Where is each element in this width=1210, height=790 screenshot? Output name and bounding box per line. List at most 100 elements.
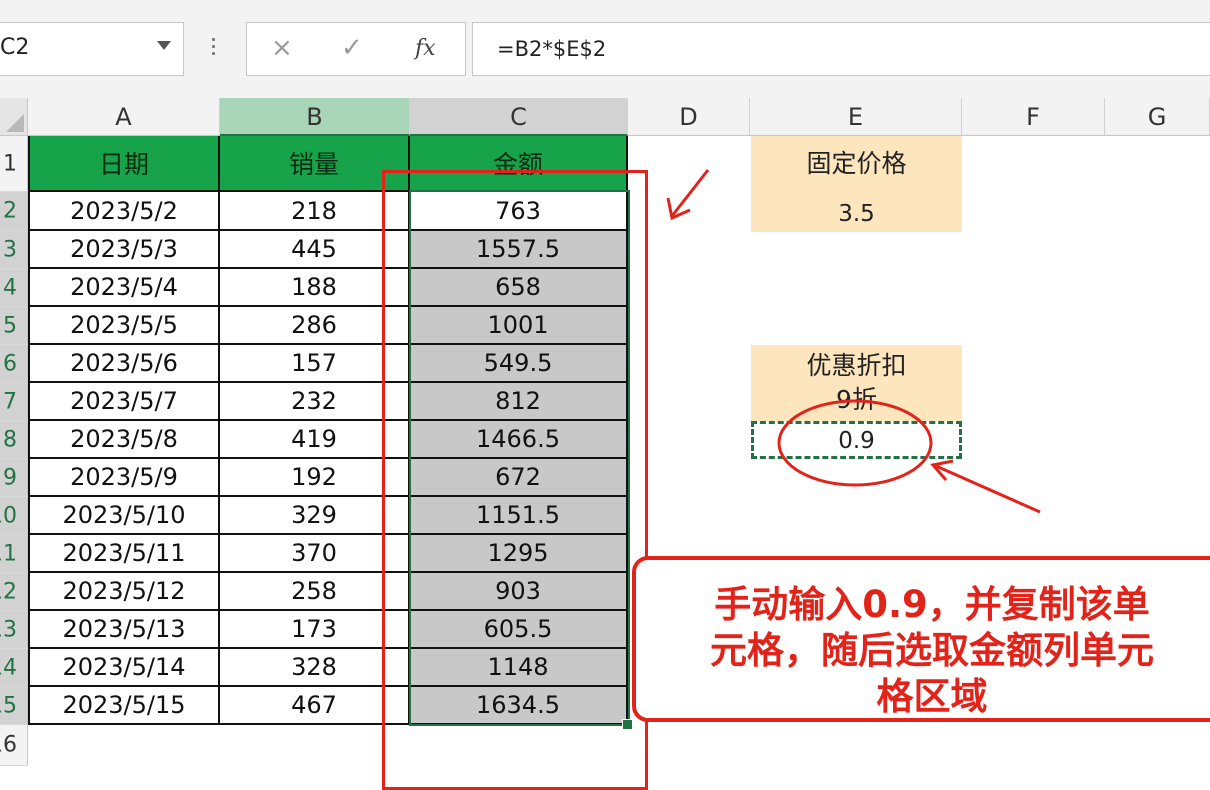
table-cell[interactable]: 2023/5/8 (28, 421, 220, 459)
row-header-11[interactable]: 11 (0, 535, 28, 573)
row-number: 1 (3, 151, 17, 176)
row-header-1[interactable]: 1 (0, 136, 28, 192)
column-header-e[interactable]: E (750, 98, 962, 136)
row-number: 9 (3, 465, 17, 490)
row-number: 7 (3, 389, 17, 414)
table-cell[interactable]: 2023/5/2 (28, 192, 220, 231)
cell-text: 192 (291, 463, 337, 491)
row-header-6[interactable]: 6 (0, 345, 28, 383)
table-cell[interactable]: 2023/5/14 (28, 649, 220, 687)
table-cell[interactable]: 2023/5/4 (28, 269, 220, 307)
column-header-g[interactable]: G (1105, 98, 1210, 136)
cell-text: 2023/5/6 (70, 349, 178, 377)
row-header-4[interactable]: 4 (0, 269, 28, 307)
cell-text: 232 (291, 387, 337, 415)
table-header-cell[interactable]: 日期 (28, 136, 220, 192)
chevron-down-icon[interactable] (157, 41, 171, 50)
row-number: 16 (0, 732, 17, 758)
cell-text: 467 (291, 691, 337, 719)
row-header-16[interactable]: 16 (0, 725, 28, 766)
row-header-8[interactable]: 8 (0, 421, 28, 459)
row-header-15[interactable]: 15 (0, 687, 28, 725)
annotation-line-2: 元格，随后选取金额列单元 (710, 629, 1154, 672)
cell-text: 218 (291, 196, 337, 225)
fixed-price-label: 固定价格 (806, 149, 907, 178)
cell-text: 2023/5/11 (62, 539, 186, 567)
cell-text: 2023/5/4 (70, 273, 178, 301)
cancel-icon[interactable]: × (271, 33, 293, 63)
arrow-to-discount (935, 464, 1041, 514)
annotation-line-3: 格区域 (876, 675, 988, 718)
arrow-to-column (670, 169, 710, 217)
select-all-button[interactable] (0, 98, 28, 136)
cell-text: 2023/5/5 (70, 311, 178, 339)
row-header-13[interactable]: 13 (0, 611, 28, 649)
cell-text: 销量 (288, 150, 339, 179)
discount-label: 优惠折扣 (806, 351, 907, 380)
row-header-12[interactable]: 12 (0, 573, 28, 611)
name-box[interactable]: C2 (0, 22, 184, 76)
row-header-7[interactable]: 7 (0, 383, 28, 421)
cell-text: 157 (291, 349, 337, 377)
table-cell[interactable]: 2023/5/9 (28, 459, 220, 497)
table-cell[interactable]: 2023/5/15 (28, 687, 220, 725)
row-header-14[interactable]: 14 (0, 649, 28, 687)
formula-input[interactable]: =B2*$E$2 (472, 22, 1210, 76)
cell-text: 日期 (98, 150, 149, 179)
arrow-head-discount (930, 459, 954, 481)
column-header-a[interactable]: A (28, 98, 220, 136)
more-options-icon[interactable] (212, 38, 216, 59)
fixed-price-label-cell[interactable]: 固定价格 (751, 136, 962, 192)
row-number: 4 (3, 275, 17, 300)
cell-text: 2023/5/3 (70, 235, 178, 263)
cell-text: 370 (291, 539, 337, 567)
formula-buttons: × ✓ fx (246, 22, 466, 76)
column-header-f[interactable]: F (962, 98, 1105, 136)
table-cell[interactable]: 2023/5/13 (28, 611, 220, 649)
table-cell[interactable]: 2023/5/3 (28, 231, 220, 269)
enter-icon[interactable]: ✓ (341, 33, 363, 63)
name-box-value: C2 (0, 35, 30, 60)
table-cell[interactable]: 2023/5/10 (28, 497, 220, 535)
discount-note: 9折 (836, 385, 877, 414)
cell-text: 2023/5/8 (70, 425, 178, 453)
column-header-b[interactable]: B (220, 98, 410, 136)
table-cell[interactable]: 2023/5/12 (28, 573, 220, 611)
row-header-5[interactable]: 5 (0, 307, 28, 345)
row-header-3[interactable]: 3 (0, 231, 28, 269)
cell-text: 328 (291, 653, 337, 681)
row-header-10[interactable]: 10 (0, 497, 28, 535)
fixed-price-value-cell[interactable]: 3.5 (751, 192, 962, 232)
table-cell[interactable]: 2023/5/11 (28, 535, 220, 573)
row-header-9[interactable]: 9 (0, 459, 28, 497)
cell-text: 329 (291, 501, 337, 529)
row-number: 14 (0, 655, 17, 680)
table-cell[interactable]: 2023/5/7 (28, 383, 220, 421)
cell-text: 2023/5/14 (62, 653, 186, 681)
formula-bar-area: C2 × ✓ fx =B2*$E$2 (0, 0, 1210, 98)
row-number: 6 (3, 351, 17, 376)
row-number: 11 (0, 541, 17, 566)
cell-text: 2023/5/10 (62, 501, 186, 529)
cell-text: 2023/5/12 (62, 577, 186, 605)
discount-label-cell[interactable]: 优惠折扣 9折 (751, 345, 962, 421)
cell-text: 258 (291, 577, 337, 605)
cell-text: 2023/5/13 (62, 615, 186, 643)
column-header-d[interactable]: D (628, 98, 750, 136)
cell-text: 2023/5/2 (70, 196, 178, 225)
row-number: 3 (3, 237, 17, 262)
row-number: 12 (0, 579, 17, 604)
cell-text: 286 (291, 311, 337, 339)
insert-function-icon[interactable]: fx (415, 36, 436, 61)
cell-text: 173 (291, 615, 337, 643)
row-number: 5 (3, 313, 17, 338)
arrow-head-column (666, 197, 691, 221)
table-cell[interactable]: 2023/5/5 (28, 307, 220, 345)
formula-text: =B2*$E$2 (497, 37, 607, 61)
row-number: 15 (0, 693, 17, 718)
cell-text: 445 (291, 235, 337, 263)
row-header-2[interactable]: 2 (0, 192, 28, 231)
column-header-c[interactable]: C (410, 98, 628, 136)
table-cell[interactable]: 2023/5/6 (28, 345, 220, 383)
annotation-column-highlight (382, 170, 648, 790)
